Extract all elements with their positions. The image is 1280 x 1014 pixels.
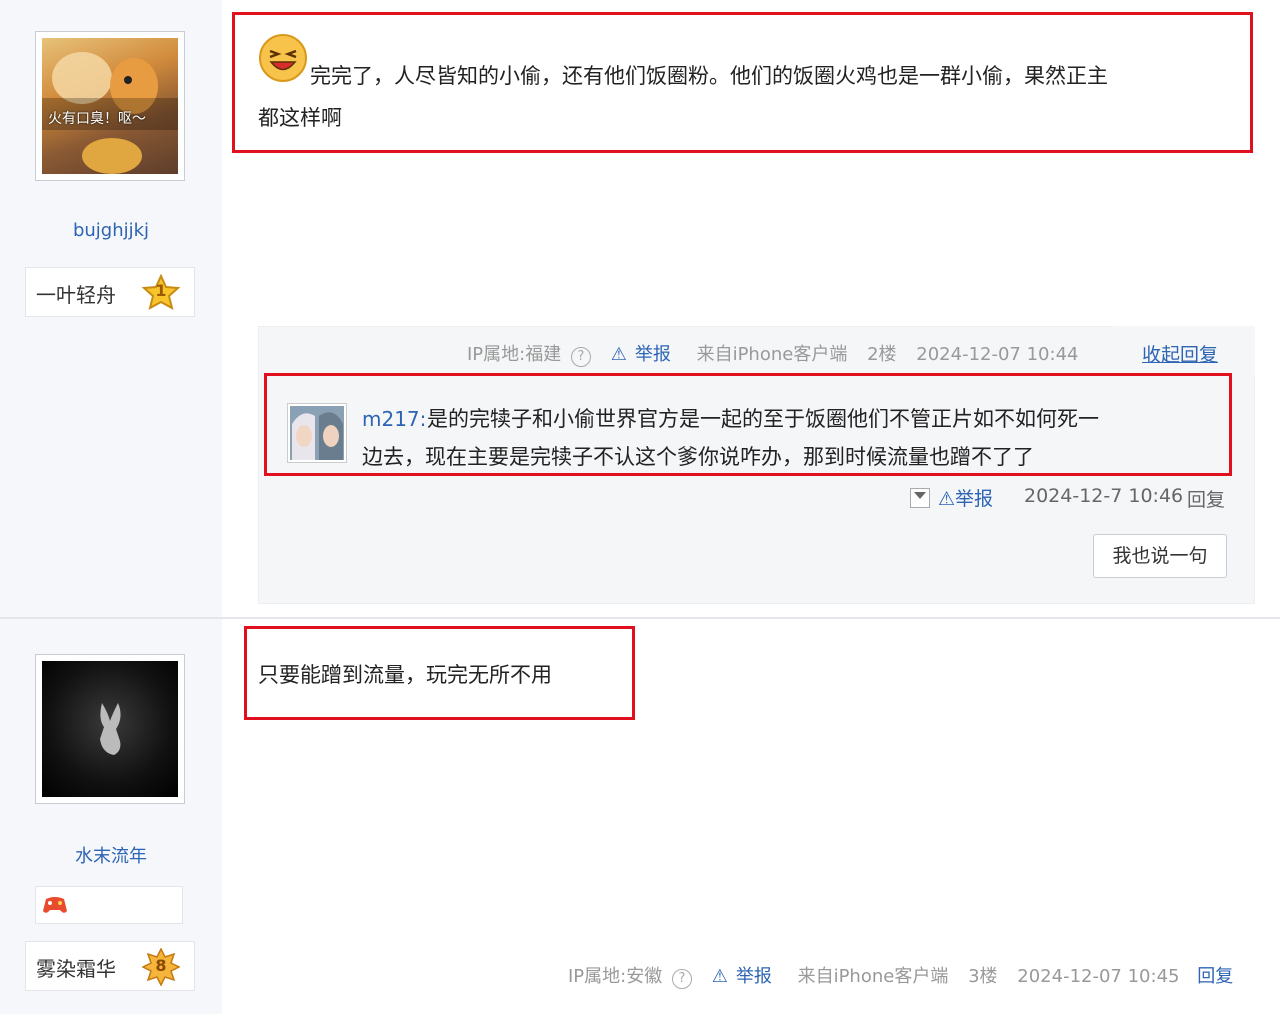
say-something-button[interactable]: 我也说一句	[1093, 534, 1227, 578]
member-badge[interactable]: 雾染霜华 8	[25, 941, 195, 991]
post-divider	[0, 617, 1280, 619]
level-star-icon: 1	[141, 273, 181, 312]
client-source: 来自iPhone客户端	[696, 344, 848, 365]
badge-label: 雾染霜华	[36, 957, 116, 981]
reply-link[interactable]: 回复	[1197, 966, 1233, 987]
cartoon-avatar-icon	[42, 52, 178, 174]
avatar-image: 火有口臭！呕～	[42, 38, 178, 174]
gamepad-icon	[42, 895, 68, 919]
report-link[interactable]: ⚠ 举报	[611, 344, 685, 365]
warning-icon: ⚠	[938, 488, 956, 510]
user-avatar[interactable]: 火有口臭！呕～	[35, 31, 185, 181]
floor-number: 3楼	[968, 966, 998, 987]
post-meta: IP属地:安徽 ? ⚠ 举报 来自iPhone客户端 3楼 2024-12-07 …	[568, 962, 1241, 989]
post-content: 完完了，人尽皆知的小偷，还有他们饭圈粉。他们的饭圈火鸡也是一群小偷，果然正主	[310, 56, 1108, 96]
reply-report-label: 举报	[955, 488, 994, 510]
warning-icon: ⚠	[711, 966, 728, 987]
avatar-caption: 火有口臭！呕～	[48, 111, 146, 127]
reply-options-dropdown[interactable]	[910, 488, 930, 508]
report-label: 举报	[634, 344, 671, 365]
anime-avatar-icon	[290, 406, 344, 460]
bunny-logo-icon	[100, 703, 121, 755]
reply-avatar[interactable]	[287, 403, 347, 463]
laughing-emoji-icon	[258, 33, 308, 83]
chevron-down-icon	[914, 492, 926, 499]
post-time: 2024-12-07 10:45	[1017, 966, 1180, 987]
floor-number: 2楼	[867, 344, 897, 365]
post-time: 2024-12-07 10:44	[916, 344, 1079, 365]
badge-label: 一叶轻舟	[36, 283, 116, 307]
report-label: 举报	[735, 966, 772, 987]
ip-location: IP属地:福建	[467, 344, 562, 365]
level-badge-icon: 8	[141, 947, 181, 987]
help-icon[interactable]: ?	[671, 969, 692, 989]
reply-text-line2: 边去，现在主要是完犊子不认这个爹你说咋办，那到时候流量也蹭不了了	[362, 445, 1034, 469]
user-avatar[interactable]	[35, 654, 185, 804]
post-content-line1: 完完了，人尽皆知的小偷，还有他们饭圈粉。他们的饭圈火鸡也是一群小偷，果然正主	[310, 64, 1108, 88]
warning-icon: ⚠	[610, 344, 627, 365]
post-meta: IP属地:福建 ? ⚠ 举报 来自iPhone客户端 2楼 2024-12-07 …	[467, 340, 1086, 367]
reply-report-link[interactable]: ⚠举报	[938, 484, 993, 511]
post-content: 只要能蹭到流量，玩完无所不用	[258, 663, 552, 687]
reply-time: 2024-12-7 10:46	[1024, 485, 1184, 507]
reply-text-line1: 是的完犊子和小偷世界官方是一起的至于饭圈他们不管正片如不如何死一	[427, 407, 1099, 431]
ip-location: IP属地:安徽	[568, 966, 663, 987]
avatar-image	[42, 661, 178, 797]
member-badge[interactable]: 一叶轻舟 1	[25, 267, 195, 317]
report-link[interactable]: ⚠ 举报	[712, 966, 786, 987]
client-source: 来自iPhone客户端	[797, 966, 949, 987]
badge-level-number: 1	[155, 281, 167, 300]
post-content-continued: 都这样啊	[258, 98, 342, 138]
game-badge-box[interactable]	[35, 886, 183, 924]
help-icon[interactable]: ?	[570, 347, 591, 367]
post-content-line2: 都这样啊	[258, 106, 342, 130]
reply-reply-link[interactable]: 回复	[1187, 485, 1225, 512]
collapse-reply-link[interactable]: 收起回复	[1142, 340, 1218, 367]
reply-author-link[interactable]: m217:	[362, 404, 426, 434]
badge-level-number: 8	[155, 956, 167, 975]
username-link[interactable]: 水末流年	[0, 842, 222, 868]
username-link[interactable]: bujghjjkj	[0, 220, 222, 241]
